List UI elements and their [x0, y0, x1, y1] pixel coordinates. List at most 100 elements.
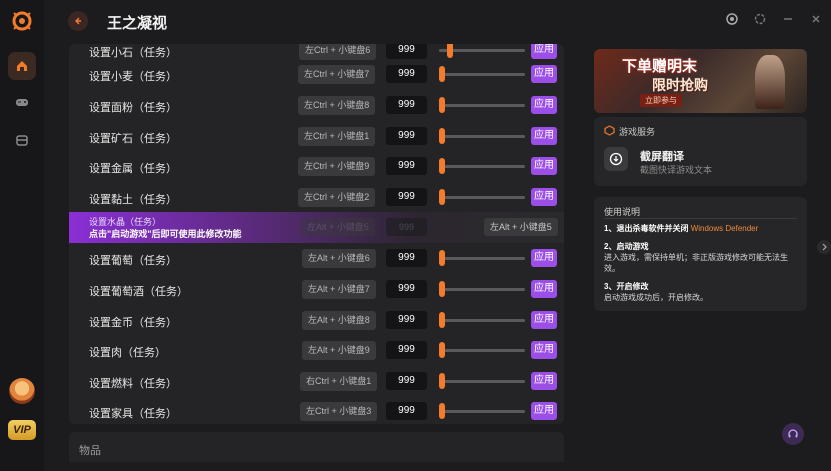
apply-button[interactable]: 应用 [531, 341, 557, 359]
box-icon [16, 135, 28, 146]
value-slider-thumb[interactable] [439, 373, 445, 389]
vip-badge[interactable]: VIP [8, 420, 36, 440]
value-input[interactable]: 999 [386, 127, 427, 145]
value-input[interactable]: 999 [386, 96, 427, 114]
cheat-row: 设置金属（任务） 左Ctrl + 小键盘9 999 应用 [69, 151, 564, 182]
value-slider-thumb[interactable] [439, 403, 445, 419]
apply-button[interactable]: 应用 [531, 249, 557, 267]
value-slider-track[interactable] [439, 196, 525, 199]
value-slider-thumb[interactable] [439, 66, 445, 82]
instructions-title: 使用说明 [604, 207, 641, 217]
screenshot-translate-icon[interactable] [604, 147, 628, 171]
back-button[interactable] [68, 11, 88, 31]
value-input[interactable]: 999 [386, 341, 427, 359]
home-nav-button[interactable] [8, 52, 36, 80]
hotkey-badge[interactable]: 左Ctrl + 小键盘8 [298, 96, 376, 115]
promo-subheadline: 限时抢购 [652, 77, 708, 93]
cheat-row: 设置葡萄（任务） 左Alt + 小键盘6 999 应用 [69, 243, 564, 274]
instruction-step-2: 2、启动游戏 进入游戏，需保持单机；非正版游戏修改可能无法生效。 [604, 241, 797, 274]
value-slider-track[interactable] [439, 349, 525, 352]
value-slider-thumb[interactable] [447, 44, 453, 58]
headset-icon [788, 429, 798, 438]
value-input[interactable]: 999 [386, 249, 427, 267]
apply-button[interactable]: 应用 [531, 280, 557, 298]
value-input[interactable]: 999 [386, 157, 427, 175]
cheat-label: 设置葡萄（任务） [89, 255, 177, 267]
hotkey-badge[interactable]: 左Ctrl + 小键盘9 [298, 157, 376, 176]
value-input[interactable]: 999 [386, 44, 427, 59]
apply-button[interactable]: 应用 [531, 44, 557, 59]
promo-banner[interactable]: 下单赠明末 限时抢购 立即参与 [594, 49, 807, 113]
value-slider-thumb[interactable] [439, 97, 445, 113]
cheat-row: 设置金币（任务） 左Alt + 小键盘8 999 应用 [69, 305, 564, 336]
service-title[interactable]: 截屏翻译 [640, 148, 684, 164]
close-icon[interactable] [809, 12, 823, 26]
value-slider-track[interactable] [439, 73, 525, 76]
value-slider-thumb[interactable] [439, 342, 445, 358]
value-slider-thumb[interactable] [439, 128, 445, 144]
service-header: 游戏服务 [619, 127, 656, 137]
apply-button[interactable]: 应用 [531, 402, 557, 420]
hotkey-badge[interactable]: 左Alt + 小键盘8 [302, 311, 376, 330]
value-slider-track[interactable] [439, 410, 525, 413]
apply-button[interactable]: 应用 [531, 188, 557, 206]
expand-panel-button[interactable] [817, 240, 831, 254]
game-service-card: 游戏服务 截屏翻译 截图快译游戏文本 [594, 117, 807, 186]
value-input[interactable]: 999 [386, 372, 427, 390]
promo-cta[interactable]: 立即参与 [640, 94, 682, 107]
value-input[interactable]: 999 [386, 402, 427, 420]
items-section-header[interactable]: 物品 [69, 432, 564, 462]
cheat-label: 设置小麦（任务） [89, 71, 177, 83]
hotkey-badge[interactable]: 左Alt + 小键盘6 [302, 249, 376, 268]
value-slider-track[interactable] [439, 135, 525, 138]
hotkey-badge[interactable]: 左Ctrl + 小键盘6 [299, 44, 377, 60]
apply-button[interactable]: 应用 [531, 127, 557, 145]
hotkey-badge[interactable]: 右Ctrl + 小键盘1 [300, 372, 378, 391]
value-input-disabled: 999 [386, 218, 427, 236]
support-button[interactable] [782, 423, 804, 445]
value-slider-track[interactable] [439, 380, 525, 383]
value-slider-track[interactable] [439, 319, 525, 322]
user-avatar[interactable] [9, 378, 35, 404]
value-slider-track[interactable] [439, 257, 525, 260]
toolbox-nav-button[interactable] [8, 126, 36, 154]
hotkey-badge[interactable]: 左Ctrl + 小键盘7 [298, 65, 376, 84]
value-slider-thumb[interactable] [439, 158, 445, 174]
value-slider-thumb[interactable] [439, 312, 445, 328]
value-input[interactable]: 999 [386, 65, 427, 83]
value-slider-track[interactable] [439, 104, 525, 107]
window-controls [725, 12, 823, 26]
settings-icon[interactable] [753, 12, 767, 26]
step-title: 3、开启修改 [604, 282, 649, 291]
step-title: 2、启动游戏 [604, 242, 649, 251]
cheat-label: 设置小石（任务） [89, 47, 177, 59]
apply-button[interactable]: 应用 [531, 372, 557, 390]
value-input[interactable]: 999 [386, 280, 427, 298]
value-slider-thumb[interactable] [439, 281, 445, 297]
cube-icon [604, 125, 615, 139]
apply-button[interactable]: 应用 [531, 311, 557, 329]
app-title: 王之凝视 [107, 15, 168, 32]
hotkey-badge[interactable]: 左Ctrl + 小键盘3 [300, 402, 378, 421]
value-input[interactable]: 999 [386, 311, 427, 329]
promo-character-image [755, 55, 785, 109]
value-slider-thumb[interactable] [439, 189, 445, 205]
hotkey-badge[interactable]: 左Alt + 小键盘7 [302, 280, 376, 299]
value-slider-thumb[interactable] [439, 250, 445, 266]
apply-button[interactable]: 应用 [531, 157, 557, 175]
home-icon [17, 61, 27, 71]
games-nav-button[interactable] [8, 88, 36, 116]
value-slider-track[interactable] [439, 288, 525, 291]
record-icon[interactable] [725, 12, 739, 26]
hotkey-badge-disabled: 左Alt + 小键盘5 [301, 218, 375, 236]
apply-button[interactable]: 应用 [531, 96, 557, 114]
hotkey-badge[interactable]: 左Ctrl + 小键盘1 [298, 127, 376, 146]
hotkey-badge[interactable]: 左Alt + 小键盘5 [484, 218, 558, 236]
minimize-icon[interactable] [781, 12, 795, 26]
cheat-label: 设置肉（任务） [89, 347, 166, 359]
hotkey-badge[interactable]: 左Alt + 小键盘9 [302, 341, 376, 360]
hotkey-badge[interactable]: 左Ctrl + 小键盘2 [298, 188, 376, 207]
apply-button[interactable]: 应用 [531, 65, 557, 83]
value-slider-track[interactable] [439, 165, 525, 168]
value-input[interactable]: 999 [386, 188, 427, 206]
